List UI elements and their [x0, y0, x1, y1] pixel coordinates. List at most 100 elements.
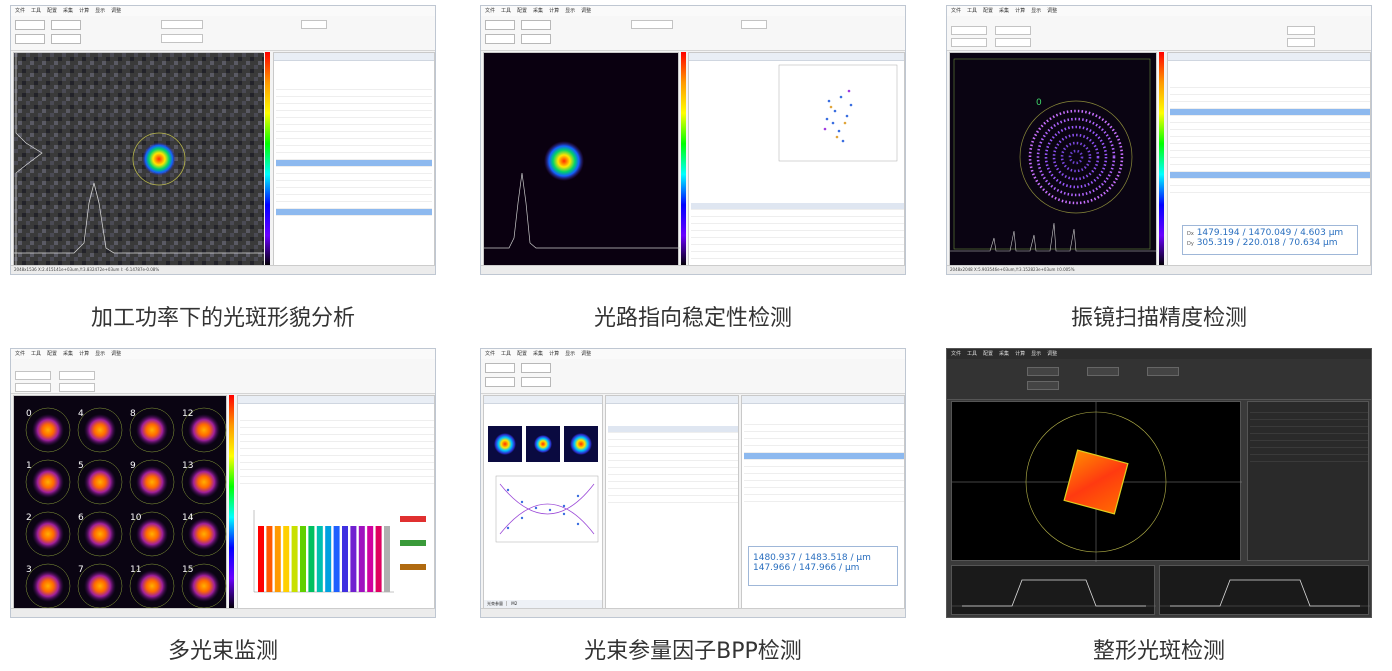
table-row[interactable]: [276, 153, 432, 160]
table-row[interactable]: [1170, 95, 1370, 102]
table-row[interactable]: [276, 181, 432, 188]
menu-bar[interactable]: 文件 工具 配置 采集 计算 显示 调整: [481, 349, 905, 359]
image-view[interactable]: [13, 52, 264, 267]
table-row[interactable]: [1170, 81, 1370, 88]
table-row[interactable]: [608, 482, 738, 489]
param-field[interactable]: [741, 20, 767, 29]
table-row-selected[interactable]: [1170, 109, 1370, 116]
table-row[interactable]: [608, 496, 738, 503]
table-row[interactable]: [744, 460, 904, 467]
clip-y-field[interactable]: [1287, 38, 1315, 47]
capture-button[interactable]: [15, 34, 45, 44]
table-row[interactable]: [744, 474, 904, 481]
table-row[interactable]: [1170, 144, 1370, 151]
beam-spot[interactable]: [32, 466, 64, 498]
table-row[interactable]: [1170, 88, 1370, 95]
tab-beam-params[interactable]: 光束参量: [484, 601, 507, 606]
beam-spot[interactable]: [32, 570, 64, 602]
image-view[interactable]: [951, 401, 1242, 562]
h-field[interactable]: [59, 383, 95, 392]
save-button[interactable]: [51, 20, 81, 30]
image-view[interactable]: 0: [949, 52, 1158, 266]
clip-x-field[interactable]: [1287, 26, 1315, 35]
beam-spot[interactable]: [32, 518, 64, 550]
menu-bar[interactable]: 文件 工具 配置 采集 计算 显示 调整: [947, 6, 1371, 16]
table-row[interactable]: [744, 418, 904, 425]
table-row[interactable]: [1170, 123, 1370, 130]
table-row[interactable]: [744, 495, 904, 502]
record-button[interactable]: [521, 377, 551, 387]
table-row[interactable]: [240, 435, 434, 442]
table-row-selected[interactable]: [276, 160, 432, 167]
table-row[interactable]: [276, 188, 432, 195]
x-field[interactable]: [15, 371, 51, 380]
table-row[interactable]: [744, 467, 904, 474]
table-row[interactable]: [744, 481, 904, 488]
table-row[interactable]: [1170, 116, 1370, 123]
table-row[interactable]: [276, 125, 432, 132]
gain-field[interactable]: [161, 34, 203, 43]
param-field[interactable]: [1027, 367, 1059, 376]
table-row[interactable]: [276, 118, 432, 125]
table-row[interactable]: [240, 463, 434, 470]
table-row[interactable]: [240, 428, 434, 435]
table-row[interactable]: [608, 440, 738, 447]
w-field[interactable]: [59, 371, 95, 380]
table-row[interactable]: [240, 414, 434, 421]
param-field[interactable]: [1147, 367, 1179, 376]
table-row[interactable]: [691, 231, 904, 238]
table-row[interactable]: [240, 477, 434, 484]
table-row[interactable]: [608, 461, 738, 468]
menu-bar[interactable]: 文件 工具 配置 采集 计算 显示 调整: [11, 349, 435, 359]
table-row[interactable]: [276, 132, 432, 139]
capture-button[interactable]: [485, 34, 515, 44]
table-row[interactable]: [240, 470, 434, 477]
table-row[interactable]: [276, 111, 432, 118]
table-row[interactable]: [1170, 151, 1370, 158]
table-row[interactable]: [608, 475, 738, 482]
open-button[interactable]: [485, 363, 515, 373]
table-row[interactable]: [240, 421, 434, 428]
table-row[interactable]: [1170, 179, 1370, 186]
table-row[interactable]: [744, 425, 904, 432]
image-view[interactable]: [483, 52, 680, 266]
save-button[interactable]: [521, 363, 551, 373]
exposure-field[interactable]: [631, 20, 673, 29]
table-row-selected[interactable]: [744, 453, 904, 460]
beam-spot[interactable]: [84, 414, 116, 446]
save-button[interactable]: [521, 20, 551, 30]
table-row[interactable]: [691, 210, 904, 217]
param-field[interactable]: [1027, 381, 1059, 390]
y-field[interactable]: [951, 38, 987, 47]
table-row[interactable]: [276, 104, 432, 111]
beam-spot[interactable]: [136, 466, 168, 498]
menu-bar[interactable]: 文件 工具 配置 采集 计算 显示 调整: [11, 6, 435, 16]
param-field[interactable]: [301, 20, 327, 29]
table-row[interactable]: [744, 432, 904, 439]
y-field[interactable]: [15, 383, 51, 392]
table-row[interactable]: [1170, 158, 1370, 165]
table-row[interactable]: [608, 447, 738, 454]
table-row[interactable]: [608, 468, 738, 475]
open-button[interactable]: [15, 20, 45, 30]
table-row[interactable]: [276, 83, 432, 90]
table-row[interactable]: [691, 217, 904, 224]
table-row[interactable]: [608, 454, 738, 461]
x-field[interactable]: [951, 26, 987, 35]
table-row[interactable]: [744, 446, 904, 453]
h-field[interactable]: [995, 38, 1031, 47]
table-row[interactable]: [276, 202, 432, 209]
table-row[interactable]: [1170, 130, 1370, 137]
table-row[interactable]: [691, 252, 904, 259]
table-row[interactable]: [1170, 137, 1370, 144]
beam-spot[interactable]: [84, 570, 116, 602]
record-button[interactable]: [51, 34, 81, 44]
table-row[interactable]: [1170, 186, 1370, 193]
table-row[interactable]: [276, 167, 432, 174]
menu-bar[interactable]: 文件 工具 配置 采集 计算 显示 调整: [481, 6, 905, 16]
table-row[interactable]: [276, 90, 432, 97]
param-field[interactable]: [1087, 367, 1119, 376]
beam-spot[interactable]: [136, 414, 168, 446]
image-view[interactable]: 0 4 8 12 1 5 9 13 2 6 10 14 3 7 11 15: [13, 395, 227, 609]
table-row[interactable]: [744, 488, 904, 495]
